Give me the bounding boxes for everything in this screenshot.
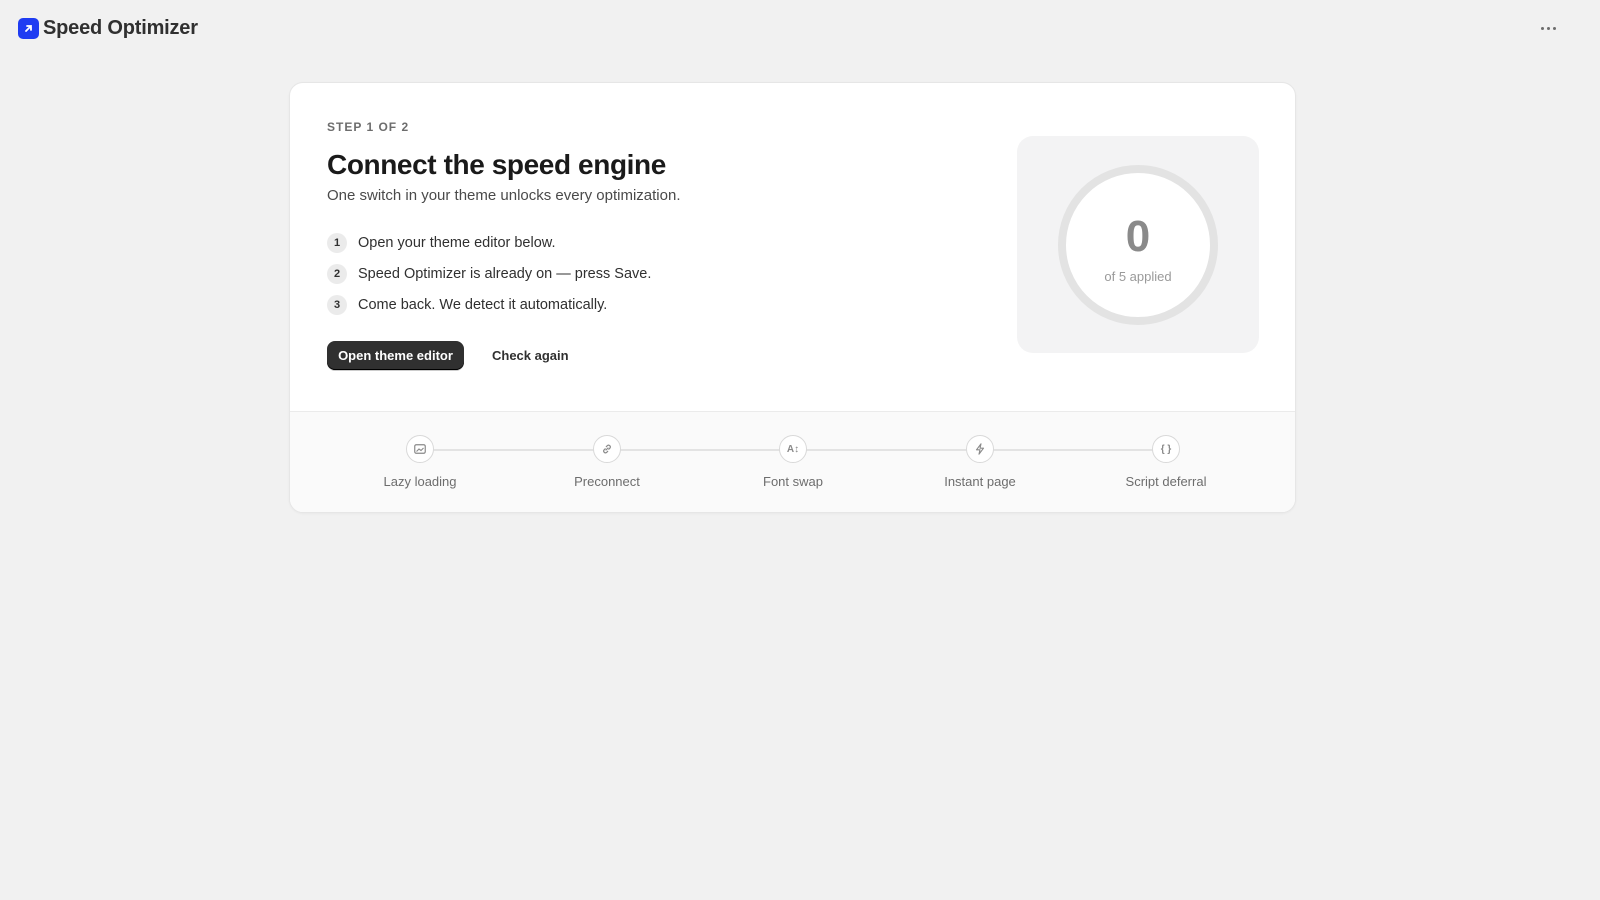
more-options-button[interactable] [1534, 18, 1562, 38]
setup-card: STEP 1 OF 2 Connect the speed engine One… [289, 82, 1296, 513]
progress-panel: 0 of 5 applied [1017, 136, 1259, 353]
app-header: Speed Optimizer [0, 0, 1600, 56]
bolt-icon [966, 435, 994, 463]
open-theme-editor-button[interactable]: Open theme editor [327, 341, 464, 370]
feature-label: Instant page [944, 474, 1016, 489]
instruction-item: 1 Open your theme editor below. [327, 227, 651, 258]
feature-label: Font swap [763, 474, 823, 489]
instruction-text: Come back. We detect it automatically. [358, 296, 608, 313]
more-dot-icon [1540, 26, 1544, 30]
feature-instant-page: Instant page [905, 435, 1055, 489]
instruction-item: 2 Speed Optimizer is already on — press … [327, 258, 651, 289]
step-label: STEP 1 OF 2 [327, 120, 410, 134]
instruction-text: Speed Optimizer is already on — press Sa… [358, 265, 652, 282]
app-title: Speed Optimizer [43, 16, 198, 39]
image-icon [406, 435, 434, 463]
more-dot-icon [1546, 26, 1550, 30]
feature-label: Lazy loading [383, 474, 457, 489]
step-number-badge: 3 [327, 294, 347, 315]
page-subtitle: One switch in your theme unlocks every o… [327, 187, 681, 204]
feature-label: Preconnect [574, 474, 640, 489]
feature-script-deferral: { } Script deferral [1091, 435, 1241, 489]
feature-label: Script deferral [1125, 474, 1207, 489]
progress-ring: 0 of 5 applied [1058, 165, 1218, 325]
setup-section: STEP 1 OF 2 Connect the speed engine One… [290, 83, 1295, 411]
code-braces-icon: { } [1152, 435, 1180, 463]
more-dot-icon [1552, 26, 1556, 30]
applied-caption: of 5 applied [1104, 269, 1172, 284]
feature-preconnect: Preconnect [532, 435, 682, 489]
instruction-list: 1 Open your theme editor below. 2 Speed … [327, 227, 651, 320]
app-logo-icon [18, 17, 39, 39]
feature-track: Lazy loading Preconnect A↕ Font swap Ins… [290, 411, 1295, 512]
page-title: Connect the speed engine [327, 149, 666, 180]
font-icon: A↕ [779, 435, 807, 463]
feature-lazy-loading: Lazy loading [345, 435, 495, 489]
check-again-button[interactable]: Check again [486, 341, 575, 370]
applied-count: 0 [1125, 212, 1151, 261]
feature-font-swap: A↕ Font swap [718, 435, 868, 489]
link-icon [593, 435, 621, 463]
step-number-badge: 1 [327, 232, 347, 253]
instruction-text: Open your theme editor below. [358, 234, 556, 251]
step-number-badge: 2 [327, 263, 347, 284]
instruction-item: 3 Come back. We detect it automatically. [327, 289, 651, 320]
